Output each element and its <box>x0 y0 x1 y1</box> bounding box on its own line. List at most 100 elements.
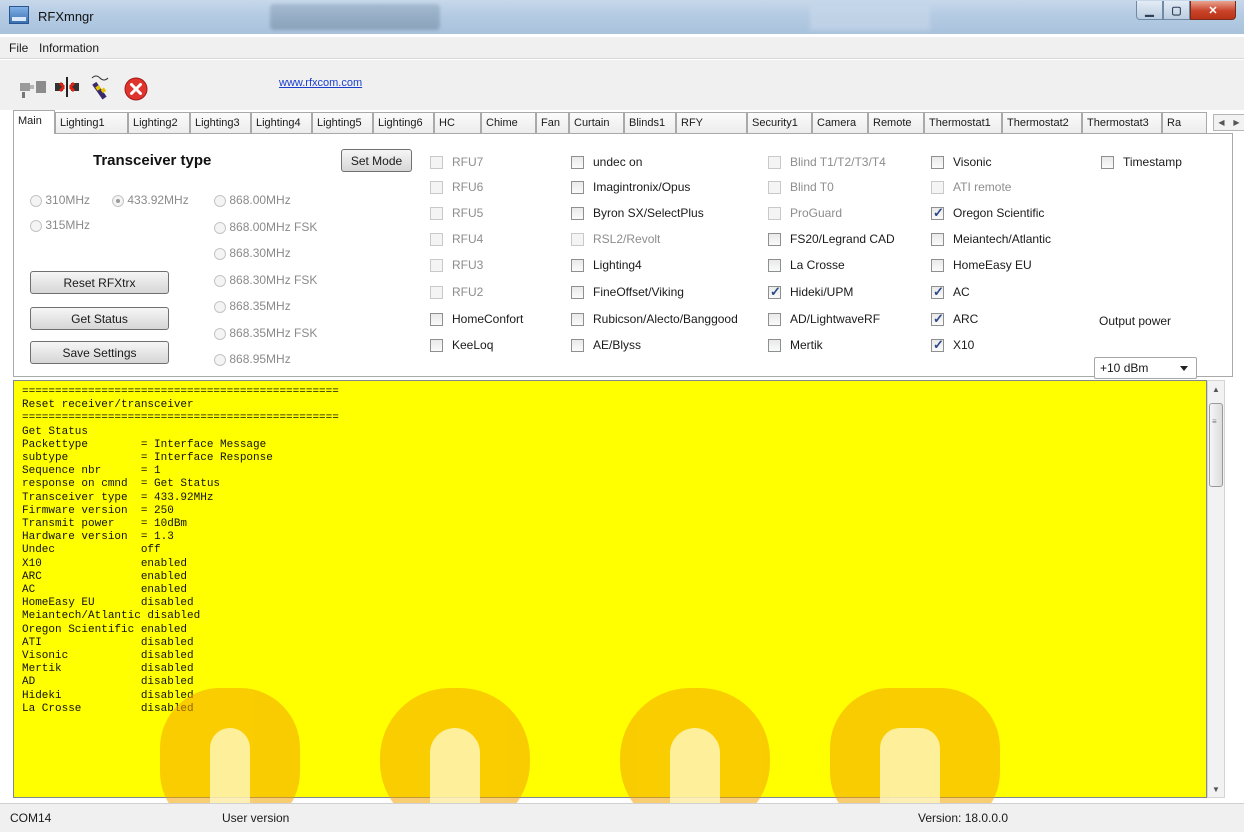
checkbox-ae-blyss[interactable]: AE/Blyss <box>571 338 641 352</box>
stop-icon[interactable] <box>121 74 151 104</box>
tab-main[interactable]: Main <box>13 110 55 134</box>
checkbox-fs20-legrand-cad[interactable]: FS20/Legrand CAD <box>768 232 895 246</box>
tab-ra[interactable]: Ra <box>1162 112 1207 133</box>
checkbox-box[interactable] <box>430 312 443 326</box>
checkbox-keeloq[interactable]: KeeLoq <box>430 338 493 352</box>
tab-hc[interactable]: HC <box>434 112 481 133</box>
tab-thermostat1[interactable]: Thermostat1 <box>924 112 1002 133</box>
checkbox-mertik[interactable]: Mertik <box>768 338 823 352</box>
get-status-button[interactable]: Get Status <box>30 307 169 330</box>
radio-button[interactable] <box>214 194 226 207</box>
scroll-down-icon[interactable]: ▼ <box>1208 781 1224 797</box>
checkbox-rfu4[interactable]: RFU4 <box>430 232 483 246</box>
radio-868-30-fsk[interactable]: 868.30MHz FSK <box>214 273 317 287</box>
chevron-left-icon[interactable]: ◀ <box>1218 118 1224 127</box>
tab-thermostat3[interactable]: Thermostat3 <box>1082 112 1162 133</box>
checkbox-box[interactable] <box>931 232 944 246</box>
checkbox-box[interactable] <box>571 258 584 272</box>
checkbox-la-crosse[interactable]: La Crosse <box>768 258 845 272</box>
wand-icon[interactable] <box>86 72 116 102</box>
chevron-right-icon[interactable]: ▶ <box>1233 118 1239 127</box>
checkbox-box[interactable] <box>768 338 781 352</box>
output-power-select[interactable]: +10 dBm <box>1094 357 1197 379</box>
checkbox-checked[interactable] <box>931 337 944 353</box>
radio-315mhz[interactable]: 315MHz <box>30 218 90 232</box>
checkbox-checked[interactable] <box>768 284 781 300</box>
reset-rfxtrx-button[interactable]: Reset RFXtrx <box>30 271 169 294</box>
checkbox-box[interactable] <box>430 258 443 272</box>
radio-868-00[interactable]: 868.00MHz <box>214 193 291 207</box>
tab-thermostat2[interactable]: Thermostat2 <box>1002 112 1082 133</box>
checkbox-visonic[interactable]: Visonic <box>931 155 991 169</box>
checkbox-rfu6[interactable]: RFU6 <box>430 180 483 194</box>
radio-868-95[interactable]: 868.95MHz <box>214 352 291 366</box>
checkbox-box[interactable] <box>571 155 584 169</box>
tab-scroll-buttons[interactable]: ◀ ▶ <box>1213 114 1244 131</box>
tab-lighting1[interactable]: Lighting1 <box>55 112 128 133</box>
tab-lighting2[interactable]: Lighting2 <box>128 112 190 133</box>
checkbox-box[interactable] <box>768 155 781 169</box>
radio-button[interactable] <box>214 274 226 287</box>
checkbox-box[interactable] <box>931 155 944 169</box>
checkbox-homeeasy-eu[interactable]: HomeEasy EU <box>931 258 1032 272</box>
checkbox-box[interactable] <box>430 180 443 194</box>
chevron-down-icon[interactable] <box>1180 366 1188 371</box>
tab-remote[interactable]: Remote <box>868 112 924 133</box>
checkbox-imagintronix-opus[interactable]: Imagintronix/Opus <box>571 180 690 194</box>
radio-868-30[interactable]: 868.30MHz <box>214 246 291 260</box>
tab-lighting4[interactable]: Lighting4 <box>251 112 312 133</box>
checkbox-checked[interactable] <box>931 284 944 300</box>
radio-button[interactable] <box>214 300 226 313</box>
tab-fan[interactable]: Fan <box>536 112 569 133</box>
timestamp-checkbox[interactable]: Timestamp <box>1101 155 1182 169</box>
checkbox-checked[interactable] <box>931 311 944 327</box>
checkbox-ac[interactable]: AC <box>931 284 970 300</box>
checkbox-box[interactable] <box>768 180 781 194</box>
menu-file[interactable]: File <box>9 41 28 55</box>
checkbox-box[interactable] <box>768 312 781 326</box>
tab-security1[interactable]: Security1 <box>747 112 812 133</box>
save-settings-button[interactable]: Save Settings <box>30 341 169 364</box>
checkbox-homeconfort[interactable]: HomeConfort <box>430 312 523 326</box>
rfxcom-link[interactable]: www.rfxcom.com <box>279 77 362 89</box>
checkbox-rfu5[interactable]: RFU5 <box>430 206 483 220</box>
checkbox-hideki-upm[interactable]: Hideki/UPM <box>768 284 853 300</box>
maximize-icon[interactable]: ▢ <box>1163 1 1190 20</box>
radio-button-selected[interactable] <box>112 194 124 207</box>
radio-button[interactable] <box>214 353 226 366</box>
checkbox-byron-sx-selectplus[interactable]: Byron SX/SelectPlus <box>571 206 704 220</box>
checkbox-oregon-scientific[interactable]: Oregon Scientific <box>931 205 1044 221</box>
radio-button[interactable] <box>214 327 226 340</box>
log-output[interactable]: ========================================… <box>13 380 1207 798</box>
connect-icon[interactable] <box>18 72 48 102</box>
menu-information[interactable]: Information <box>39 41 99 55</box>
radio-button[interactable] <box>30 194 42 207</box>
checkbox-box[interactable] <box>571 232 584 246</box>
checkbox-ati-remote[interactable]: ATI remote <box>931 180 1011 194</box>
scroll-up-icon[interactable]: ▲ <box>1208 381 1224 397</box>
radio-button[interactable] <box>214 221 226 234</box>
checkbox-rfu7[interactable]: RFU7 <box>430 155 483 169</box>
checkbox-rfu2[interactable]: RFU2 <box>430 285 483 299</box>
checkbox-lighting4[interactable]: Lighting4 <box>571 258 642 272</box>
checkbox-blind-t1-t2-t3-t4[interactable]: Blind T1/T2/T3/T4 <box>768 155 886 169</box>
checkbox-undec-on[interactable]: undec on <box>571 155 642 169</box>
tab-chime[interactable]: Chime <box>481 112 536 133</box>
disconnect-icon[interactable] <box>52 72 82 102</box>
tab-curtain[interactable]: Curtain <box>569 112 624 133</box>
checkbox-box[interactable] <box>571 206 584 220</box>
radio-button[interactable] <box>214 247 226 260</box>
checkbox-box[interactable] <box>768 258 781 272</box>
tab-lighting6[interactable]: Lighting6 <box>373 112 434 133</box>
tab-camera[interactable]: Camera <box>812 112 868 133</box>
checkbox-blind-t0[interactable]: Blind T0 <box>768 180 834 194</box>
radio-310mhz[interactable]: 310MHz <box>30 193 90 207</box>
minimize-icon[interactable]: ▁ <box>1136 1 1163 20</box>
checkbox-checked[interactable] <box>931 205 944 221</box>
radio-868-00-fsk[interactable]: 868.00MHz FSK <box>214 220 317 234</box>
checkbox-box[interactable] <box>571 338 584 352</box>
checkbox-box[interactable] <box>768 232 781 246</box>
checkbox-box[interactable] <box>430 338 443 352</box>
checkbox-box[interactable] <box>931 180 944 194</box>
checkbox-rsl2-revolt[interactable]: RSL2/Revolt <box>571 232 660 246</box>
